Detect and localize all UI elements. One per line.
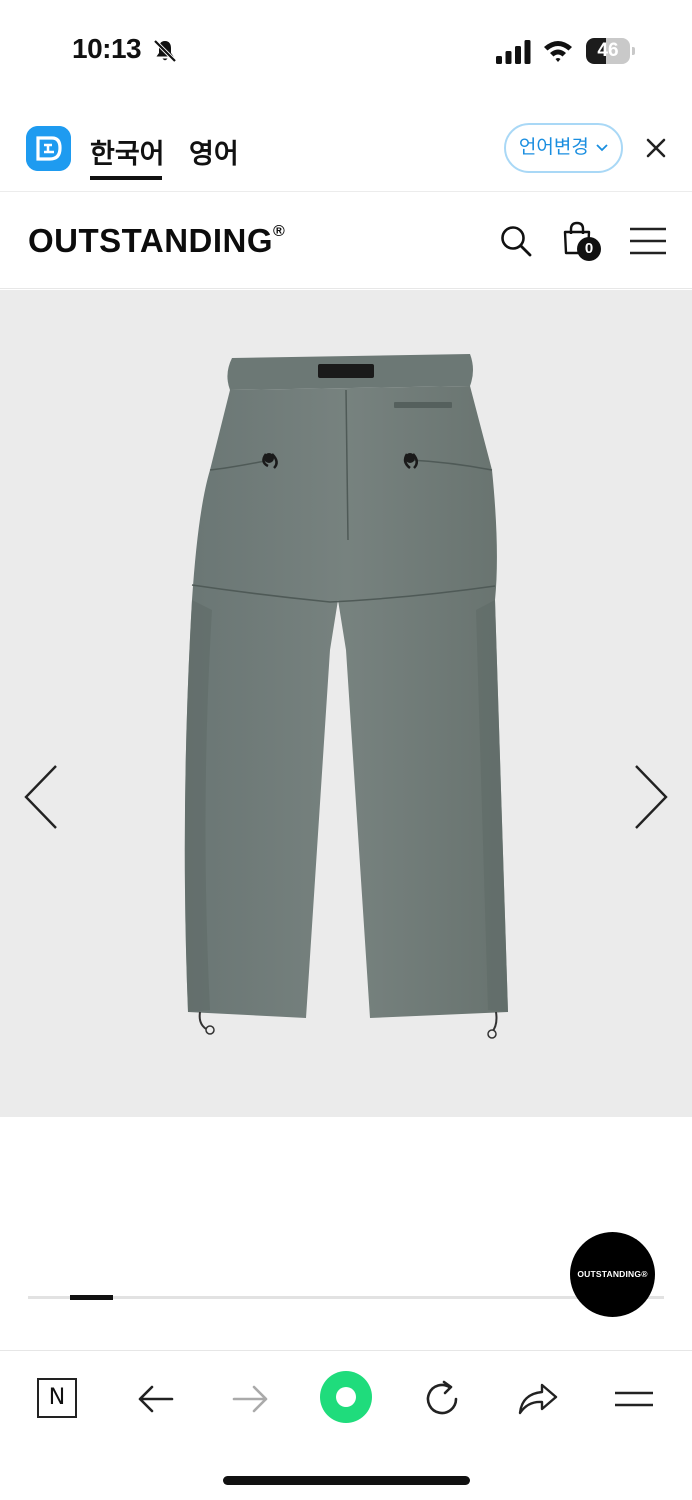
search-icon[interactable] — [499, 224, 533, 258]
cart-count-badge: 0 — [577, 237, 601, 261]
status-time: 10:13 — [72, 33, 142, 64]
battery-icon: 46 — [586, 38, 635, 64]
back-arrow-icon[interactable] — [134, 1377, 178, 1421]
green-dot-icon — [336, 1387, 356, 1407]
cart-button[interactable]: 0 — [560, 220, 602, 262]
naver-home-button[interactable]: N — [37, 1378, 77, 1418]
forward-arrow-icon[interactable] — [228, 1377, 272, 1421]
chevron-down-icon — [596, 144, 608, 152]
slider-progress-thumb — [70, 1295, 113, 1300]
green-dot-button[interactable] — [320, 1371, 372, 1423]
translate-logo-icon — [26, 126, 71, 171]
battery-level: 46 — [597, 40, 619, 61]
translate-bar: 한국어 영어 언어변경 — [0, 110, 692, 192]
floating-brand-label: OUTSTANDING® — [577, 1269, 648, 1279]
change-language-label: 언어변경 — [518, 137, 589, 158]
hamburger-menu-icon[interactable] — [629, 226, 667, 256]
bell-off-icon — [153, 39, 177, 63]
close-icon[interactable] — [644, 136, 668, 160]
previous-slide-arrow-icon[interactable] — [20, 762, 60, 832]
brand-mark: ® — [273, 223, 286, 240]
naver-label: N — [48, 1385, 66, 1410]
product-image-pants — [184, 354, 509, 1039]
brand-name: OUTSTANDING — [28, 222, 274, 259]
product-image-gallery[interactable] — [0, 290, 692, 1117]
refresh-icon[interactable] — [420, 1377, 464, 1421]
wifi-icon — [544, 41, 572, 62]
site-header: OUTSTANDING® 0 — [0, 192, 692, 289]
slider-progress-track — [28, 1296, 664, 1299]
brand-logo[interactable]: OUTSTANDING® — [28, 222, 285, 260]
tab-english[interactable]: 영어 — [189, 132, 239, 171]
change-language-button[interactable]: 언어변경 — [504, 123, 623, 173]
status-bar: 10:13 46 — [0, 0, 692, 100]
home-indicator — [223, 1476, 470, 1485]
share-icon[interactable] — [516, 1377, 560, 1421]
signal-icon — [496, 40, 531, 64]
next-slide-arrow-icon[interactable] — [632, 762, 672, 832]
floating-brand-button[interactable]: OUTSTANDING® — [570, 1232, 655, 1317]
tab-korean[interactable]: 한국어 — [90, 132, 165, 171]
menu-icon[interactable] — [612, 1377, 656, 1421]
active-tab-indicator — [90, 176, 162, 180]
